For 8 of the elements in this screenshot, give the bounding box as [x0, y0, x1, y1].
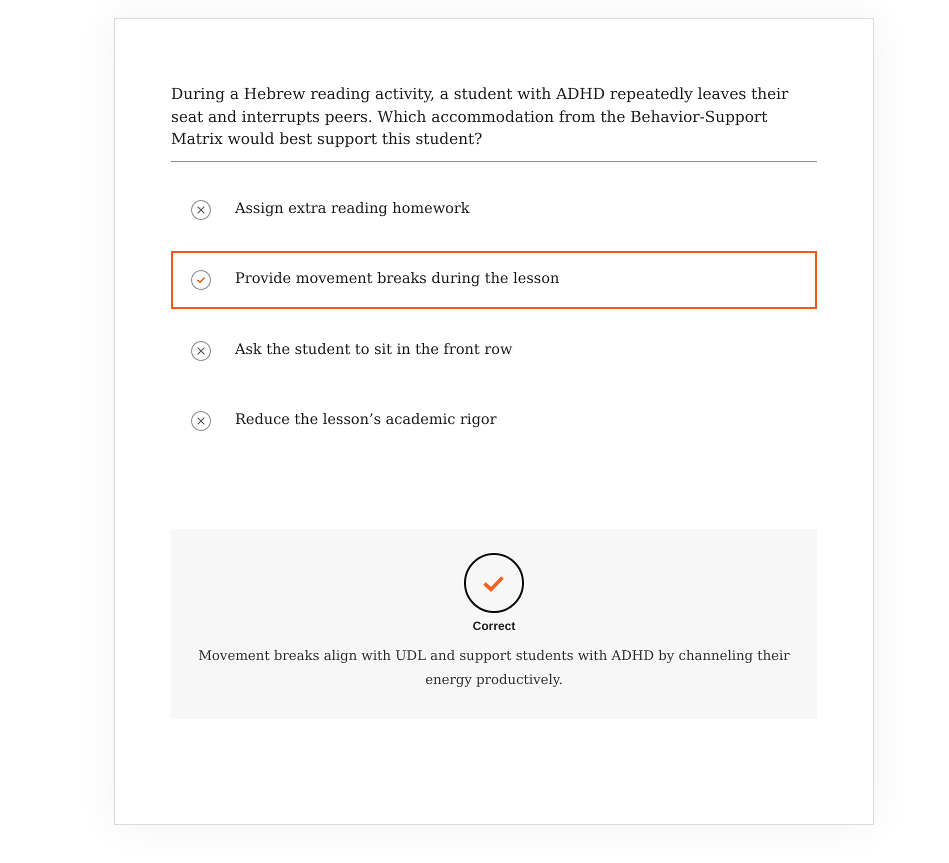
answer-option[interactable]: Reduce the lesson’s academic rigor	[171, 392, 817, 450]
explanation-text: Movement breaks align with UDL and support students with ADHD by channeling their energy productively.	[197, 648, 791, 690]
result-label: Correct	[472, 618, 516, 635]
answer-option[interactable]: Ask the student to sit in the front row	[171, 322, 817, 380]
check-circle-icon	[464, 553, 524, 613]
question-text: During a Hebrew reading activity, a student with ADHD repeatedly leaves their seat and interrupts peers. Which accommodation from the Behavior-Support Matrix would best support this student?	[171, 84, 790, 150]
answer-option[interactable]: Assign extra reading homework	[171, 180, 817, 238]
answer-option[interactable]: Provide movement breaks during the lesson	[171, 251, 817, 309]
